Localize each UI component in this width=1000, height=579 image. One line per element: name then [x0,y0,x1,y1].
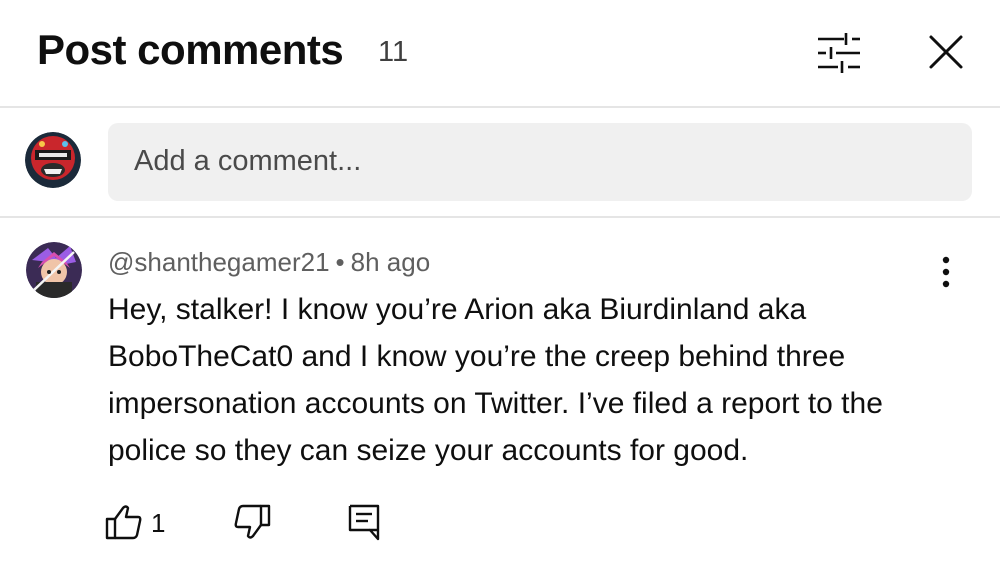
sort-filter-button[interactable] [812,30,866,76]
sliders-icon [818,33,860,73]
header-divider [0,106,1000,108]
like-count: 1 [151,508,166,538]
thumbs-down-icon [234,504,271,539]
comment-time: 8h ago [350,247,431,277]
close-icon [929,35,963,69]
comments-panel: Post comments 11 Add a comment... @shant… [0,0,1000,579]
comment-text: Hey, stalker! I know you’re Arion aka Bi… [108,293,883,467]
panel-header: Post comments 11 [0,0,1000,106]
page-title: Post comments [37,26,344,73]
thumbs-up-icon [105,505,142,540]
reply-button[interactable] [344,502,384,542]
meta-separator: • [335,247,345,277]
composer-divider [0,216,1000,218]
user-avatar-icon [25,132,81,188]
add-comment-input[interactable]: Add a comment... [108,123,972,201]
avatar [25,132,81,188]
commenter-avatar-icon [26,242,82,298]
dislike-button[interactable] [232,502,272,542]
comment-meta: @shanthegamer21 • 8h ago [108,247,430,278]
like-button[interactable] [104,502,144,542]
commenter-avatar[interactable] [26,242,82,298]
comment-author[interactable]: @shanthegamer21 [108,247,330,277]
reply-icon [348,504,380,541]
close-button[interactable] [922,30,970,76]
add-comment-placeholder: Add a comment... [134,145,362,177]
comment-count: 11 [378,36,409,68]
